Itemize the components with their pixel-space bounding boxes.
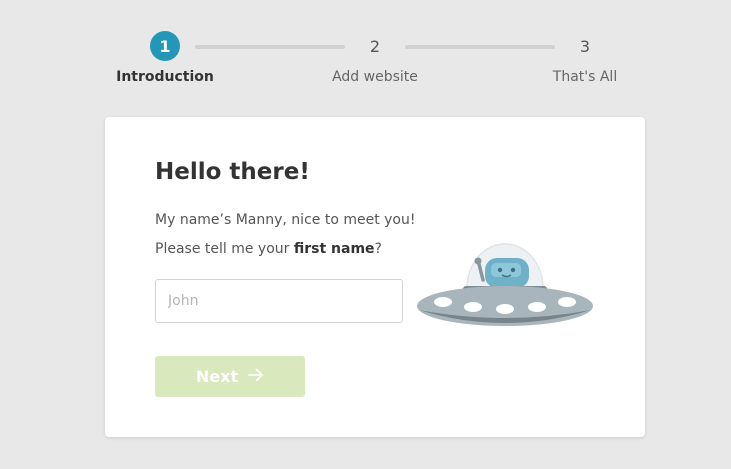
step-connector-2-3 — [405, 45, 555, 49]
arrow-right-icon — [248, 367, 264, 386]
step-2-number: 2 — [369, 36, 381, 56]
step-connector-1-2 — [195, 45, 345, 49]
first-name-input[interactable] — [155, 279, 403, 323]
card-title: Hello there! — [155, 159, 310, 185]
next-button-label: Next — [195, 367, 239, 386]
name-prompt-prefix: Please tell me your — [155, 241, 294, 257]
step-1-number: 1 — [159, 36, 171, 56]
step-1-indicator: 1 — [150, 31, 180, 61]
intro-text: My name’s Manny, nice to meet you! — [155, 212, 416, 228]
name-prompt-emphasis: first name — [293, 241, 375, 257]
step-3-indicator: 3 — [570, 31, 600, 61]
name-prompt-suffix: ? — [374, 241, 382, 257]
step-2-indicator: 2 — [360, 31, 390, 61]
progress-stepper: 1 2 3 Introduction Add website That's Al… — [0, 0, 731, 100]
name-prompt: Please tell me your first name? — [155, 241, 382, 257]
step-3-number: 3 — [579, 36, 591, 56]
next-button[interactable]: Next — [155, 356, 305, 397]
step-2-label: Add website — [332, 69, 418, 85]
step-1-label: Introduction — [116, 69, 214, 85]
introduction-card: Hello there! My name’s Manny, nice to me… — [105, 117, 645, 437]
ufo-robot-illustration — [417, 240, 593, 330]
step-3-label: That's All — [552, 69, 618, 85]
